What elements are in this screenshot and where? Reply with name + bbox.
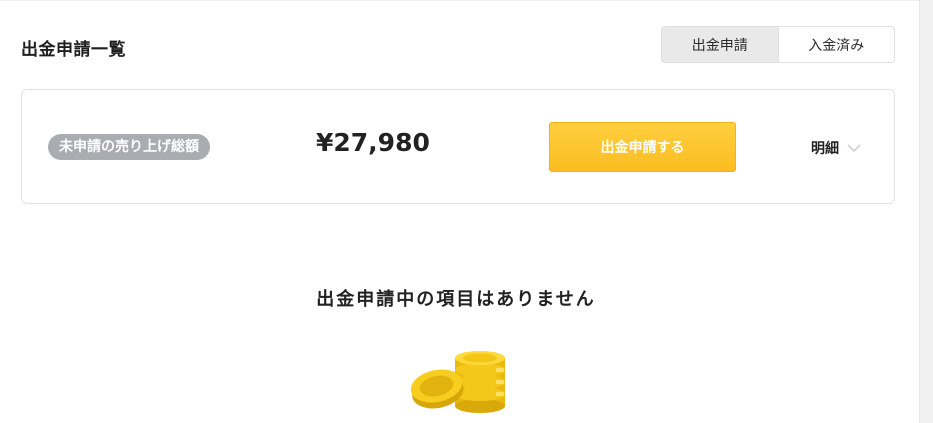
apply-withdrawal-button[interactable]: 出金申請する: [549, 122, 736, 172]
top-divider: [0, 0, 920, 1]
detail-label: 明細: [811, 141, 839, 157]
unapplied-sales-badge: 未申請の売り上げ総額: [48, 134, 210, 160]
detail-toggle[interactable]: 明細: [811, 138, 863, 158]
scrollbar[interactable]: [919, 0, 933, 423]
chevron-down-icon: [847, 144, 861, 153]
coins-icon: [410, 351, 505, 413]
sales-summary-card: 未申請の売り上げ総額 ¥27,980 出金申請する 明細: [21, 89, 895, 204]
total-amount: ¥27,980: [316, 128, 430, 157]
status-tabs: 出金申請 入金済み: [661, 26, 895, 63]
page-title: 出金申請一覧: [21, 40, 126, 60]
tab-deposited[interactable]: 入金済み: [777, 27, 895, 62]
tab-withdrawal-requests[interactable]: 出金申請: [662, 27, 778, 62]
empty-state-message: 出金申請中の項目はありません: [316, 289, 596, 310]
